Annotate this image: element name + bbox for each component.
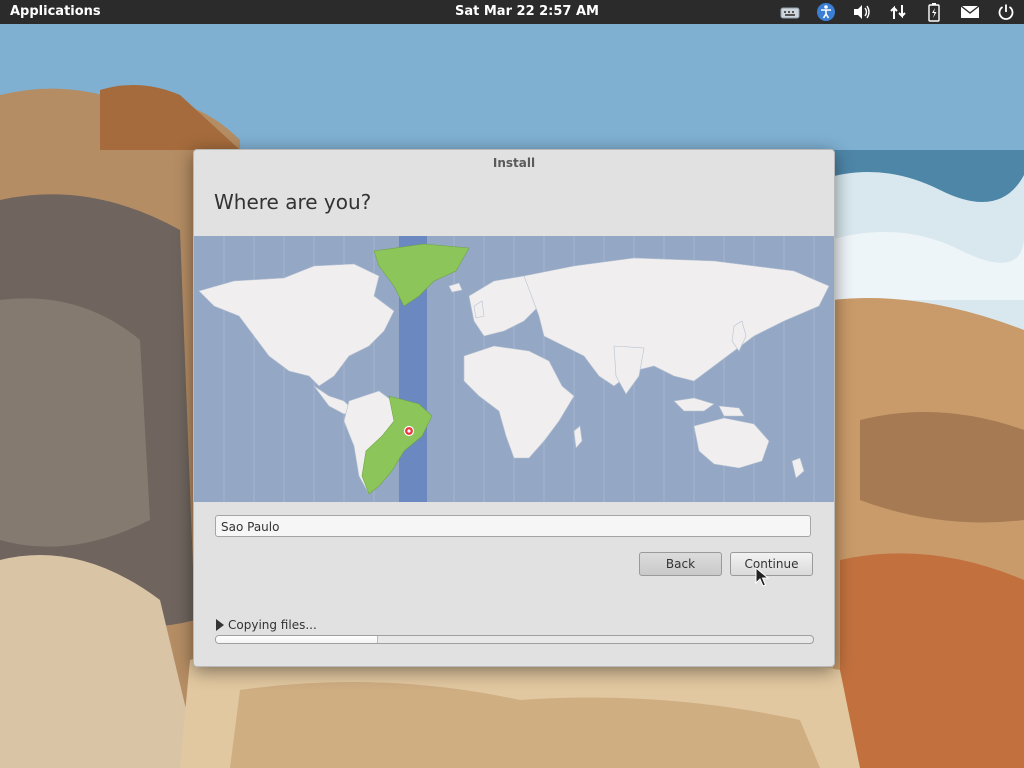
top-panel: Applications Sat Mar 22 2:57 AM xyxy=(0,0,1024,24)
network-icon[interactable] xyxy=(880,0,916,24)
window-title: Install xyxy=(492,156,536,170)
volume-icon[interactable] xyxy=(844,0,880,24)
progress-bar-fill xyxy=(216,636,379,643)
system-tray xyxy=(772,0,1024,24)
back-button[interactable]: Back xyxy=(639,552,722,576)
page-heading: Where are you? xyxy=(214,190,372,214)
clock[interactable]: Sat Mar 22 2:57 AM xyxy=(455,4,599,19)
accessibility-icon[interactable] xyxy=(808,0,844,24)
expander-arrow-icon xyxy=(216,619,224,631)
progress-expander[interactable]: Copying files... xyxy=(216,618,317,632)
progress-bar xyxy=(215,635,814,644)
continue-button[interactable]: Continue xyxy=(730,552,813,576)
install-window: Install Where are you? Sao Paulo Back Co… xyxy=(193,149,835,667)
power-icon[interactable] xyxy=(988,0,1024,24)
location-pin-icon[interactable] xyxy=(403,425,415,437)
mail-icon[interactable] xyxy=(952,0,988,24)
timezone-map[interactable] xyxy=(194,236,834,502)
applications-menu[interactable]: Applications xyxy=(10,4,101,19)
mouse-cursor-icon xyxy=(755,567,769,587)
timezone-input[interactable]: Sao Paulo xyxy=(215,515,811,537)
progress-label: Copying files... xyxy=(228,618,317,632)
battery-icon[interactable] xyxy=(916,0,952,24)
keyboard-icon[interactable] xyxy=(772,0,808,24)
